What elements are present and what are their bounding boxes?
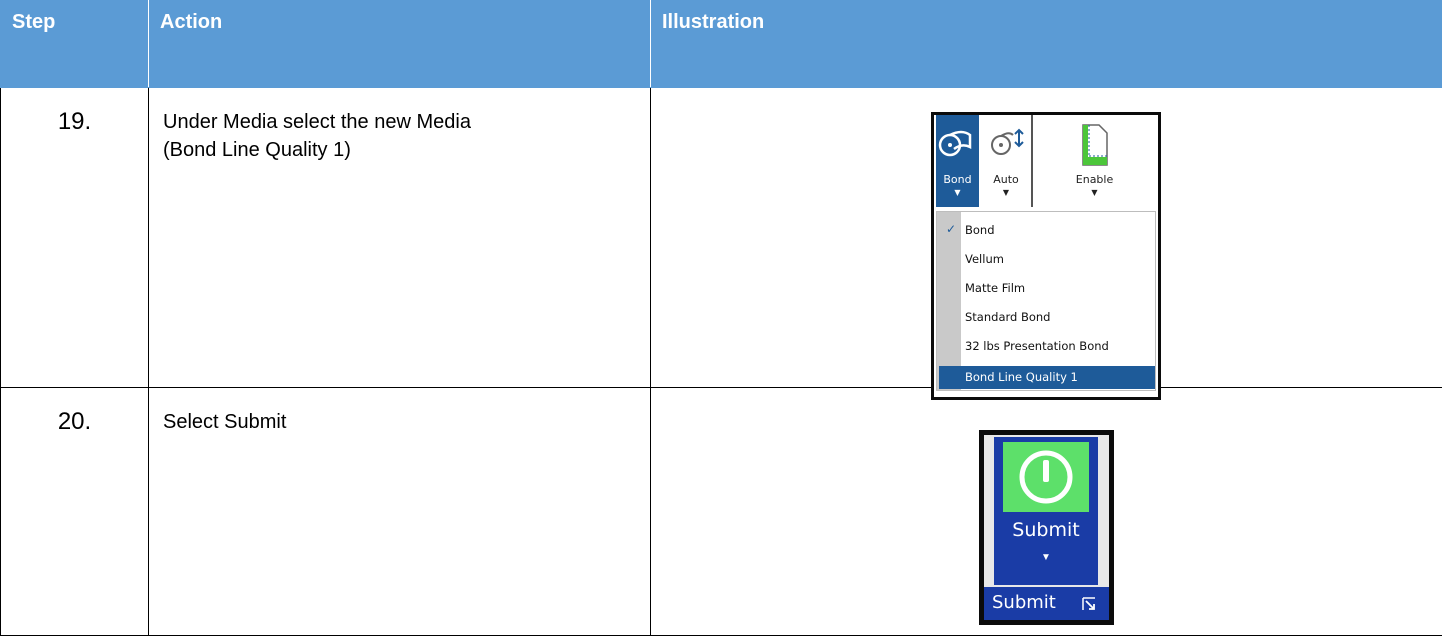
media-type-label: Bond xyxy=(936,173,979,186)
menu-item-bond-line-quality-1[interactable]: Bond Line Quality 1 xyxy=(939,366,1155,389)
media-ribbon-screenshot: Bond ▼ Auto ▼ Enable ▼ xyxy=(931,112,1161,400)
menu-item-label: Bond Line Quality 1 xyxy=(965,370,1078,384)
action-line: Select Submit xyxy=(163,408,650,436)
auto-roll-icon xyxy=(981,123,1031,163)
media-type-button[interactable]: Bond ▼ xyxy=(936,115,979,207)
menu-item-bond[interactable]: Bond xyxy=(965,223,995,237)
submit-button-label: Submit xyxy=(994,519,1098,541)
step-number: 20. xyxy=(1,388,149,636)
submit-group-label: Submit xyxy=(992,592,1056,613)
checkmark-icon: ✓ xyxy=(946,222,956,236)
media-roll-icon xyxy=(936,123,979,163)
menu-item-32lbs-presentation-bond[interactable]: 32 lbs Presentation Bond xyxy=(965,339,1109,353)
menu-item-matte-film[interactable]: Matte Film xyxy=(965,281,1025,295)
action-text: Select Submit xyxy=(149,388,651,636)
dialog-launcher-icon[interactable] xyxy=(1082,597,1096,611)
table-header-row: Step Action Illustration xyxy=(1,1,1442,88)
page-trim-icon xyxy=(1033,123,1156,167)
header-illustration: Illustration xyxy=(651,1,1442,88)
auto-button[interactable]: Auto ▼ xyxy=(981,115,1033,207)
submit-group-bar: Submit xyxy=(984,587,1109,620)
menu-item-standard-bond[interactable]: Standard Bond xyxy=(965,310,1051,324)
power-icon xyxy=(1003,442,1089,512)
chevron-down-icon: ▼ xyxy=(1033,188,1156,197)
action-text: Under Media select the new Media (Bond L… xyxy=(149,88,651,388)
enable-label: Enable xyxy=(1033,173,1156,186)
submit-button[interactable]: Submit ▼ xyxy=(994,437,1098,585)
instruction-table: Step Action Illustration 19. Under Media… xyxy=(0,0,1442,636)
chevron-down-icon: ▼ xyxy=(981,188,1031,197)
chevron-down-icon: ▼ xyxy=(936,188,979,197)
chevron-down-icon: ▼ xyxy=(994,552,1098,563)
step-number: 19. xyxy=(1,88,149,388)
enable-button[interactable]: Enable ▼ xyxy=(1033,115,1156,207)
header-action: Action xyxy=(149,1,651,88)
action-line: (Bond Line Quality 1) xyxy=(163,136,650,164)
menu-item-vellum[interactable]: Vellum xyxy=(965,252,1004,266)
submit-panel-screenshot: Submit ▼ Submit xyxy=(979,430,1114,625)
table-row: 19. Under Media select the new Media (Bo… xyxy=(1,88,1442,388)
auto-label: Auto xyxy=(981,173,1031,186)
action-line: Under Media select the new Media xyxy=(163,108,650,136)
table-row: 20. Select Submit xyxy=(1,388,1442,636)
header-step: Step xyxy=(1,1,149,88)
media-dropdown-menu: ✓ Bond Vellum Matte Film Standard Bond 3… xyxy=(936,211,1156,391)
